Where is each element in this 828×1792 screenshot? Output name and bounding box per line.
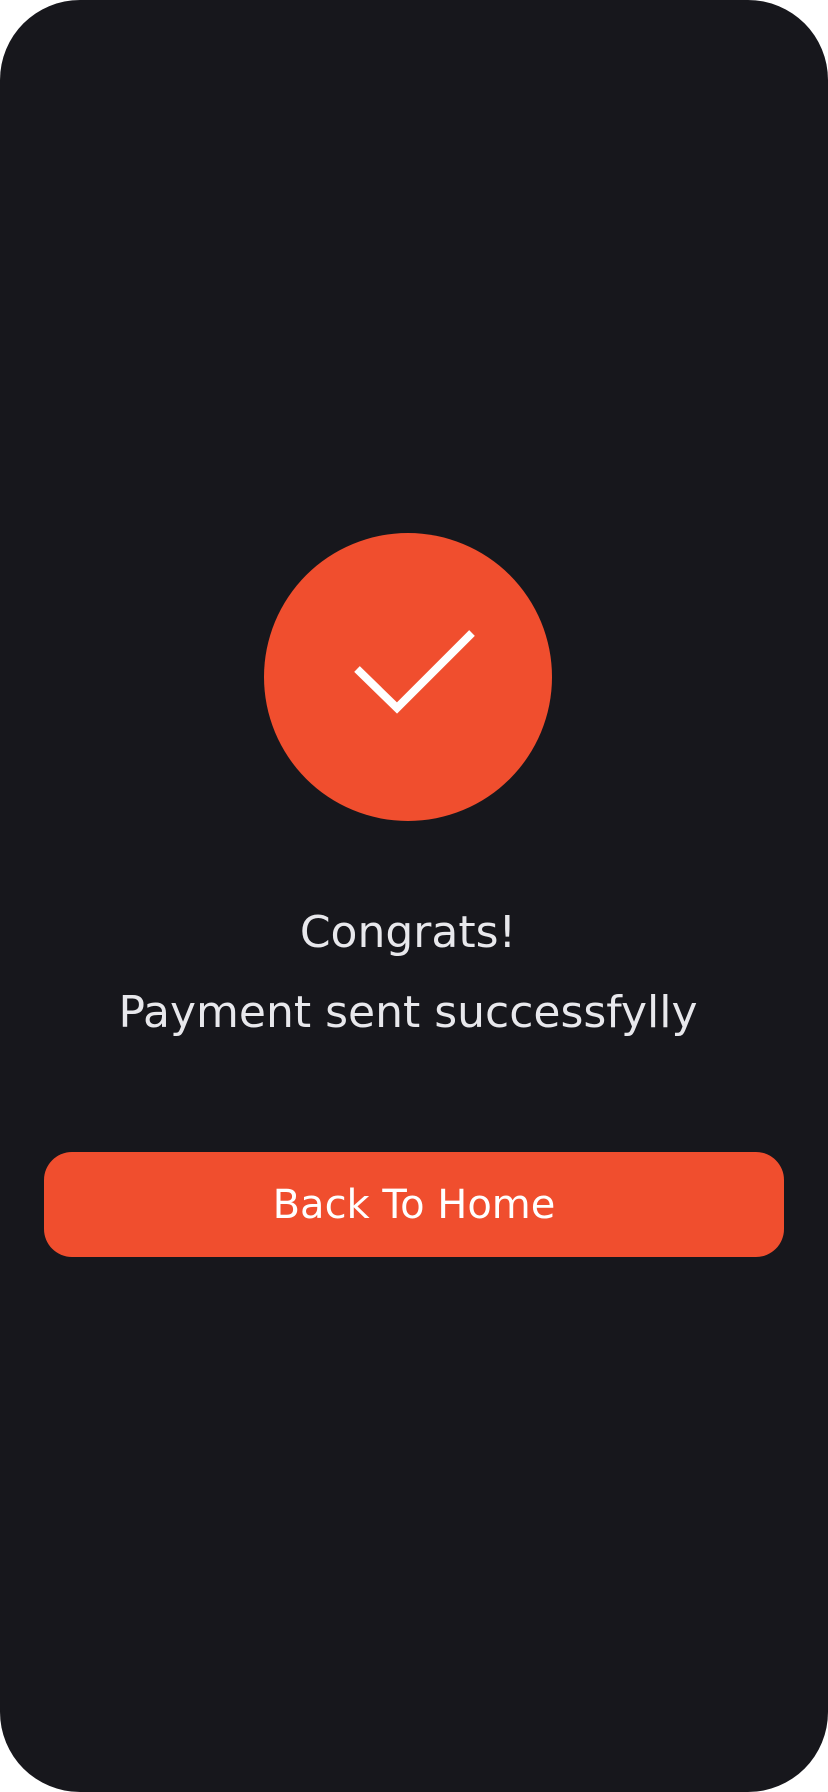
checkmark-icon xyxy=(354,630,475,714)
payment-success-screen: Congrats! Payment sent successfylly Back… xyxy=(0,0,828,1792)
back-to-home-button[interactable]: Back To Home xyxy=(44,1152,784,1257)
success-message: Payment sent successfylly xyxy=(118,987,698,1038)
success-title: Congrats! xyxy=(299,907,517,958)
success-badge xyxy=(264,533,552,821)
